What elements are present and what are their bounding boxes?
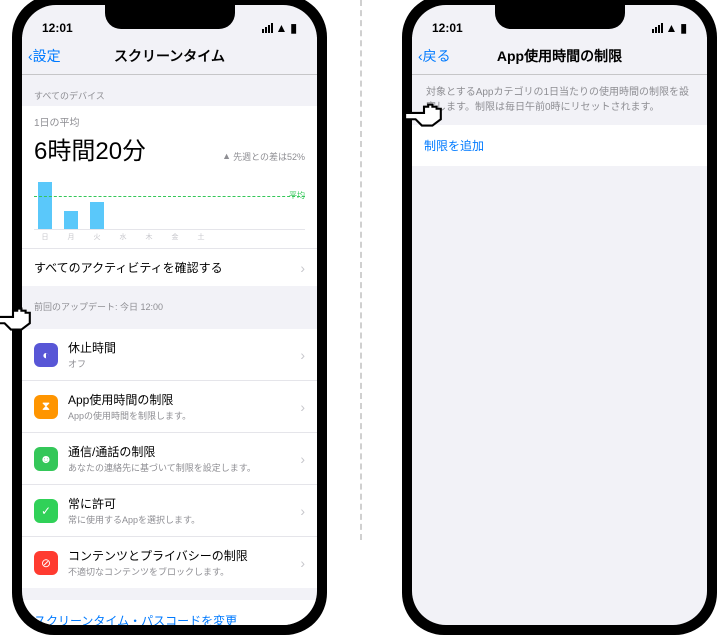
status-indicators: ▲ ▮ bbox=[262, 21, 298, 35]
chevron-right-icon: › bbox=[300, 451, 305, 467]
pointer-hand-icon bbox=[403, 98, 445, 130]
notch bbox=[105, 5, 235, 29]
page-title: スクリーンタイム bbox=[22, 46, 317, 66]
hourglass-icon: ⧗ bbox=[34, 395, 58, 419]
row-content-privacy[interactable]: ⊘ コンテンツとプライバシーの制限不適切なコンテンツをブロックします。 › bbox=[22, 536, 317, 588]
chart-x-labels: 日月火水木金土 bbox=[34, 232, 305, 242]
summary-card: 1日の平均 6時間20分 ▲ 先週との差は52% bbox=[22, 106, 317, 170]
last-updated: 前回のアップデート: 今日 12:00 bbox=[22, 286, 317, 317]
devices-header: すべてのデバイス bbox=[22, 75, 317, 106]
cellular-icon bbox=[262, 23, 273, 33]
battery-icon: ▮ bbox=[680, 21, 687, 35]
bar-tue bbox=[90, 202, 104, 230]
avg-line-label: 平均 bbox=[289, 190, 305, 201]
status-time: 12:01 bbox=[432, 21, 463, 35]
avg-line bbox=[34, 196, 305, 197]
add-limit[interactable]: 制限を追加 bbox=[412, 125, 707, 166]
nosign-icon: ⊘ bbox=[34, 551, 58, 575]
status-time: 12:01 bbox=[42, 21, 73, 35]
bar-mon bbox=[64, 211, 78, 229]
description-note: 対象とするAppカテゴリの1日当たりの使用時間の制限を設定します。制限は毎日午前… bbox=[412, 75, 707, 125]
cellular-icon bbox=[652, 23, 663, 33]
chevron-right-icon: › bbox=[300, 399, 305, 415]
person-icon: ☻ bbox=[34, 447, 58, 471]
avg-label: 1日の平均 bbox=[34, 114, 305, 129]
usage-chart[interactable]: 平均 日月火水木金土 bbox=[22, 170, 317, 248]
pointer-hand-icon bbox=[0, 302, 34, 334]
chevron-right-icon: › bbox=[300, 555, 305, 571]
battery-icon: ▮ bbox=[290, 21, 297, 35]
wifi-icon: ▲ bbox=[276, 21, 288, 35]
arrow-up-icon: ▲ bbox=[222, 151, 231, 161]
row-communication[interactable]: ☻ 通信/通話の制限あなたの連絡先に基づいて制限を設定します。 › bbox=[22, 432, 317, 484]
back-button[interactable]: ‹ 設定 bbox=[22, 46, 61, 66]
change-passcode[interactable]: スクリーンタイム・パスコードを変更 bbox=[22, 600, 317, 625]
chevron-right-icon: › bbox=[300, 503, 305, 519]
notch bbox=[495, 5, 625, 29]
status-indicators: ▲ ▮ bbox=[652, 21, 688, 35]
back-label: 設定 bbox=[33, 46, 61, 66]
see-all-activity[interactable]: すべてのアクティビティを確認する › bbox=[22, 248, 317, 286]
row-app-limits[interactable]: ⧗ App使用時間の制限Appの使用時間を制限します。 › bbox=[22, 380, 317, 432]
nav-bar: ‹ 設定 スクリーンタイム bbox=[22, 37, 317, 75]
chevron-right-icon: › bbox=[300, 347, 305, 363]
row-always-allowed[interactable]: ✓ 常に許可常に使用するAppを選択します。 › bbox=[22, 484, 317, 536]
nav-bar: ‹ 戻る App使用時間の制限 bbox=[412, 37, 707, 75]
moon-icon: ◐ bbox=[34, 343, 58, 367]
avg-value: 6時間20分 bbox=[34, 131, 146, 166]
back-label: 戻る bbox=[423, 46, 451, 66]
checkmark-icon: ✓ bbox=[34, 499, 58, 523]
diff-badge: ▲ 先週との差は52% bbox=[222, 150, 305, 163]
chevron-right-icon: › bbox=[300, 260, 305, 276]
bar-sun bbox=[38, 182, 52, 229]
back-button[interactable]: ‹ 戻る bbox=[412, 46, 451, 66]
row-downtime[interactable]: ◐ 休止時間オフ › bbox=[22, 329, 317, 380]
wifi-icon: ▲ bbox=[666, 21, 678, 35]
page-title: App使用時間の制限 bbox=[412, 46, 707, 66]
